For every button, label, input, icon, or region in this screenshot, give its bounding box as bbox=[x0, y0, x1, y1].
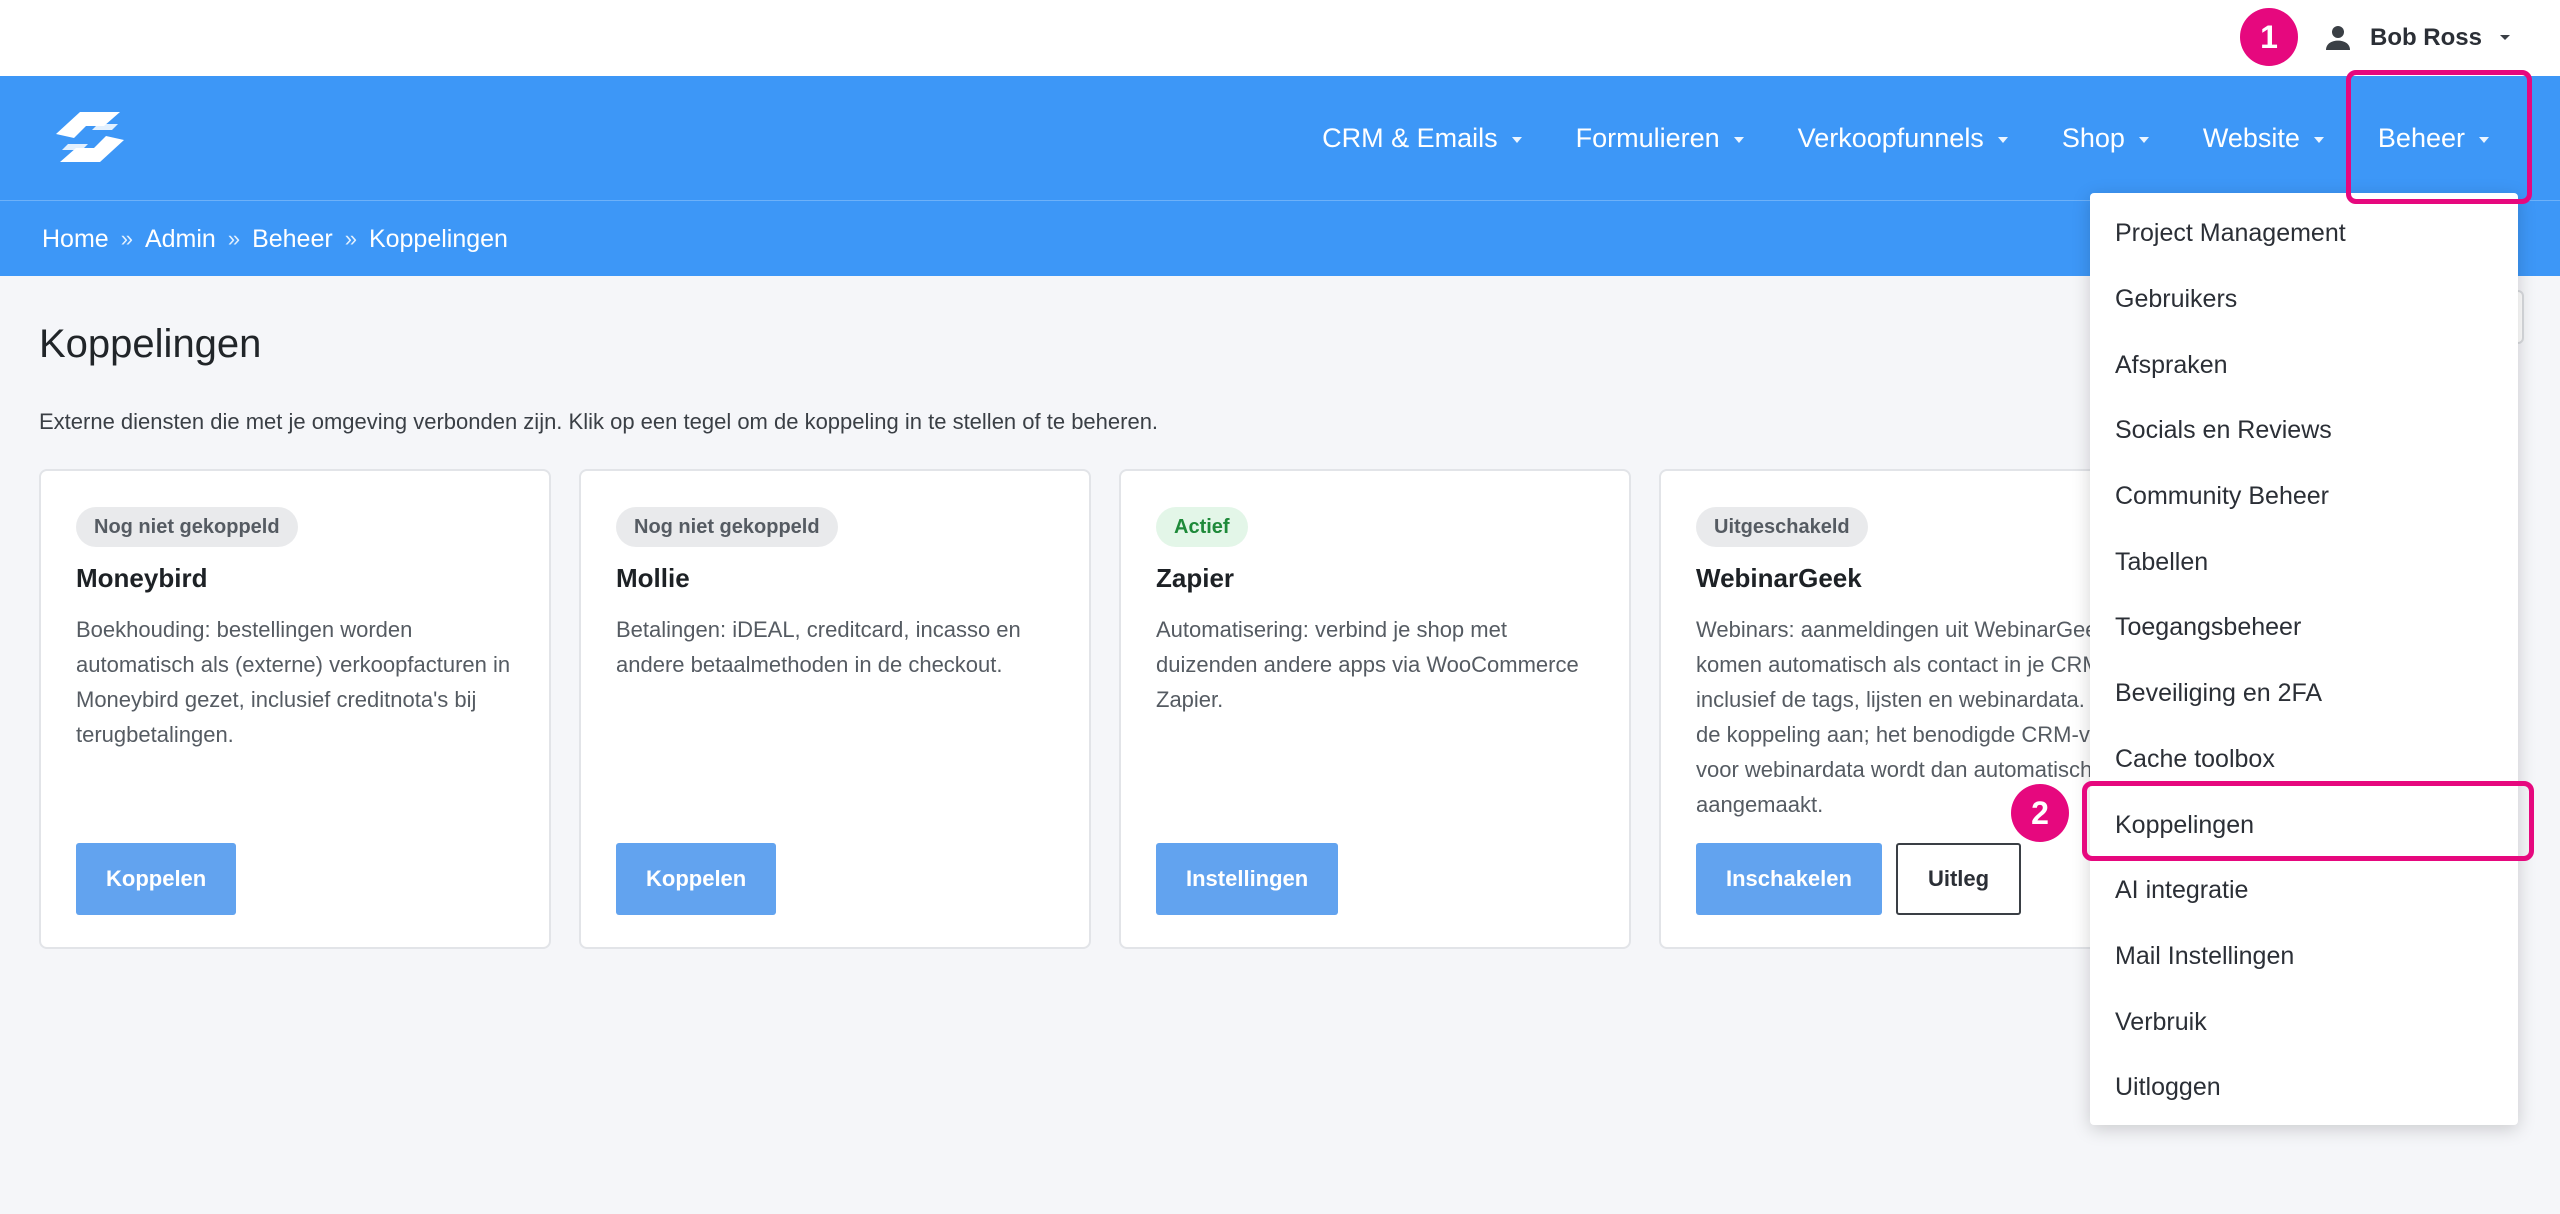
breadcrumb-admin[interactable]: Admin bbox=[145, 225, 216, 254]
koppelen-button[interactable]: Koppelen bbox=[76, 843, 237, 915]
main-navbar: CRM & Emails Formulieren Verkoopfunnels … bbox=[0, 76, 2560, 200]
breadcrumb-home[interactable]: Home bbox=[42, 225, 109, 254]
status-badge: Actief bbox=[1156, 507, 1248, 547]
menu-item-tabellen[interactable]: Tabellen bbox=[2090, 529, 2518, 595]
nav-label: Website bbox=[2202, 122, 2300, 153]
nav-shop[interactable]: Shop bbox=[2035, 76, 2176, 200]
card-title: WebinarGeek bbox=[1696, 563, 1862, 593]
main-nav: CRM & Emails Formulieren Verkoopfunnels … bbox=[1295, 76, 2516, 200]
card-actions: Instellingen bbox=[1156, 843, 1339, 915]
logo-icon[interactable] bbox=[46, 104, 134, 170]
nav-formulieren[interactable]: Formulieren bbox=[1549, 76, 1771, 200]
top-user-bar: Bob Ross bbox=[0, 0, 2560, 76]
breadcrumb: Home » Admin » Beheer » Koppelingen bbox=[42, 201, 508, 277]
inschakelen-button[interactable]: Inschakelen bbox=[1696, 843, 1882, 915]
menu-item-afspraken[interactable]: Afspraken bbox=[2090, 332, 2518, 398]
highlight-koppelingen bbox=[2082, 781, 2534, 861]
status-badge: Nog niet gekoppeld bbox=[76, 507, 298, 547]
breadcrumb-beheer[interactable]: Beheer bbox=[252, 225, 333, 254]
caret-down-icon bbox=[2313, 136, 2324, 143]
page-description: Externe diensten die met je omgeving ver… bbox=[39, 409, 1159, 434]
status-badge: Uitgeschakeld bbox=[1696, 507, 1868, 547]
menu-item-socials-en-reviews[interactable]: Socials en Reviews bbox=[2090, 398, 2518, 464]
caret-down-icon bbox=[1511, 136, 1522, 143]
card-title: Mollie bbox=[616, 563, 690, 593]
card-actions: Inschakelen Uitleg bbox=[1696, 843, 2022, 915]
nav-website[interactable]: Website bbox=[2176, 76, 2351, 200]
card-description: Boekhouding: bestellingen worden automat… bbox=[76, 617, 511, 747]
step-marker-1: 1 bbox=[2240, 8, 2298, 66]
card-description: Betalingen: iDEAL, creditcard, incasso e… bbox=[616, 617, 1021, 677]
caret-down-icon bbox=[2138, 136, 2149, 143]
card-actions: Koppelen bbox=[616, 843, 777, 915]
card-actions: Koppelen bbox=[76, 843, 237, 915]
beheer-dropdown-menu: Project Management Gebruikers Afspraken … bbox=[2090, 193, 2518, 1125]
menu-item-uitloggen[interactable]: Uitloggen bbox=[2090, 1055, 2518, 1121]
user-name: Bob Ross bbox=[2369, 24, 2482, 51]
uitleg-button[interactable]: Uitleg bbox=[1895, 843, 2022, 915]
menu-item-community-beheer[interactable]: Community Beheer bbox=[2090, 464, 2518, 530]
caret-down-icon bbox=[1997, 136, 2008, 143]
card-title: Moneybird bbox=[76, 563, 208, 593]
breadcrumb-separator: » bbox=[227, 226, 241, 251]
menu-item-verbruik[interactable]: Verbruik bbox=[2090, 989, 2518, 1055]
breadcrumb-separator: » bbox=[120, 226, 133, 251]
koppelen-button[interactable]: Koppelen bbox=[616, 843, 777, 915]
step-marker-2: 2 bbox=[2011, 784, 2069, 842]
card-description: Automatisering: verbind je shop met duiz… bbox=[1156, 617, 1579, 712]
card-description: Webinars: aanmeldingen uit WebinarGeek k… bbox=[1696, 617, 2123, 817]
user-menu[interactable]: Bob Ross bbox=[2322, 14, 2512, 62]
caret-down-icon bbox=[2498, 33, 2512, 43]
instellingen-button[interactable]: Instellingen bbox=[1156, 843, 1339, 915]
menu-item-beveiliging-2fa[interactable]: Beveiliging en 2FA bbox=[2090, 661, 2518, 727]
card-zapier[interactable]: Actief Zapier Automatisering: verbind je… bbox=[1119, 469, 1631, 949]
menu-item-ai-integratie[interactable]: AI integratie bbox=[2090, 858, 2518, 924]
menu-item-mail-instellingen[interactable]: Mail Instellingen bbox=[2090, 924, 2518, 990]
nav-crm-emails[interactable]: CRM & Emails bbox=[1295, 76, 1549, 200]
card-mollie[interactable]: Nog niet gekoppeld Mollie Betalingen: iD… bbox=[579, 469, 1091, 949]
status-badge: Nog niet gekoppeld bbox=[616, 507, 838, 547]
menu-item-gebruikers[interactable]: Gebruikers bbox=[2090, 267, 2518, 333]
breadcrumb-separator: » bbox=[344, 226, 357, 251]
menu-item-toegangsbeheer[interactable]: Toegangsbeheer bbox=[2090, 595, 2518, 661]
card-moneybird[interactable]: Nog niet gekoppeld Moneybird Boekhouding… bbox=[39, 469, 551, 949]
menu-item-project-management[interactable]: Project Management bbox=[2090, 201, 2518, 267]
nav-label: CRM & Emails bbox=[1322, 122, 1498, 153]
caret-down-icon bbox=[1733, 136, 1744, 143]
nav-label: Verkoopfunnels bbox=[1797, 122, 1984, 153]
card-title: Zapier bbox=[1156, 563, 1235, 593]
user-icon bbox=[2322, 22, 2354, 54]
nav-label: Shop bbox=[2061, 122, 2125, 153]
nav-verkoopfunnels[interactable]: Verkoopfunnels bbox=[1771, 76, 2035, 200]
nav-label: Formulieren bbox=[1575, 122, 1720, 153]
highlight-beheer bbox=[2346, 70, 2532, 204]
breadcrumb-current: Koppelingen bbox=[368, 224, 508, 253]
page-title: Koppelingen bbox=[39, 322, 262, 366]
